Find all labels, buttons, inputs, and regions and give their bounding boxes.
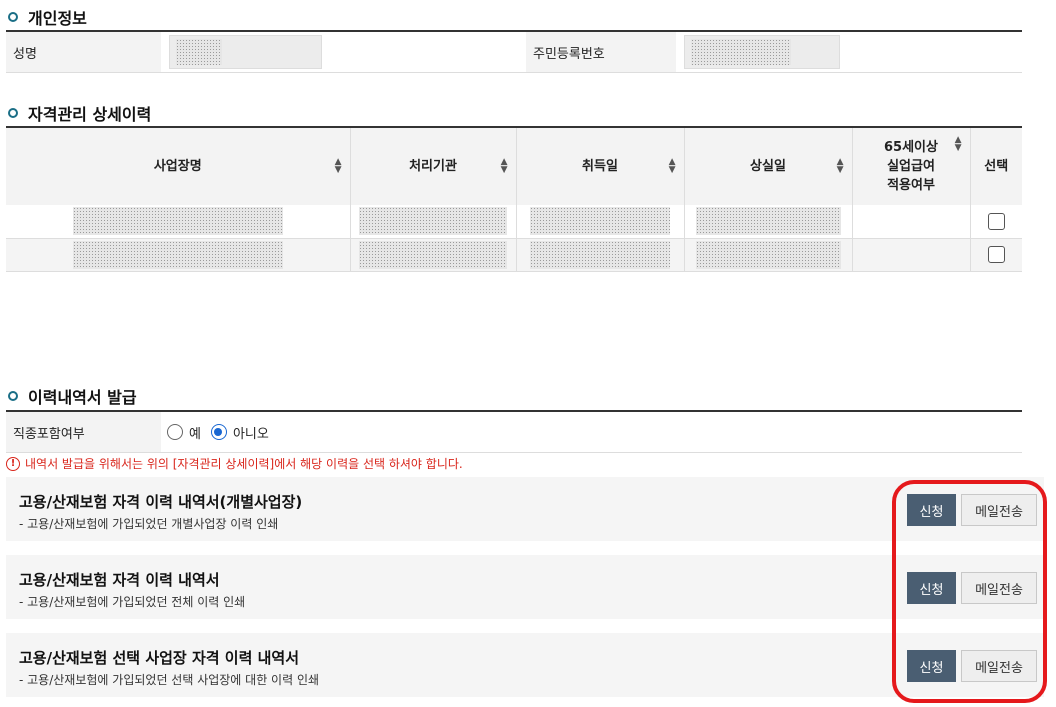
col-over65[interactable]: 65세이상 실업급여 적용여부 ▲ ▼	[852, 126, 971, 205]
masked-cell	[530, 240, 670, 269]
doc-row-selected: 고용/산재보험 선택 사업장 자격 이력 내역서 - 고용/산재보험에 가입되었…	[6, 633, 1044, 697]
col-agency[interactable]: 처리기관 ▲ ▼	[350, 126, 517, 205]
doc-row-all: 고용/산재보험 자격 이력 내역서 - 고용/산재보험에 가입되었던 전체 이력…	[6, 555, 1044, 619]
radio-yes-label[interactable]: 예	[189, 423, 201, 442]
row-select-checkbox[interactable]	[987, 246, 1005, 263]
radio-no[interactable]	[210, 424, 227, 440]
apply-button[interactable]: 신청	[907, 572, 956, 604]
radio-yes[interactable]	[167, 424, 183, 440]
rrn-value	[676, 32, 1022, 72]
masked-name	[176, 39, 222, 65]
exclamation-circle-icon: !	[6, 456, 20, 471]
masked-rrn	[691, 39, 791, 65]
job-include-options: 예 아니오	[161, 412, 269, 452]
col-lost-date[interactable]: 상실일 ▲ ▼	[684, 126, 853, 205]
selection-notice: ! 내역서 발급을 위해서는 위의 [자격관리 상세이력]에서 해당 이력을 선…	[6, 455, 463, 472]
col-workplace[interactable]: 사업장명 ▲ ▼	[6, 126, 351, 205]
masked-cell	[72, 240, 283, 269]
name-value	[161, 32, 526, 72]
masked-cell	[695, 207, 841, 236]
apply-button[interactable]: 신청	[907, 650, 956, 682]
masked-cell	[359, 240, 507, 269]
personal-info-heading: 개인정보	[8, 5, 87, 29]
col-acquired-date[interactable]: 취득일 ▲ ▼	[516, 126, 685, 205]
radio-no-label[interactable]: 아니오	[233, 423, 269, 442]
name-field	[169, 35, 322, 69]
history-heading: 자격관리 상세이력	[8, 101, 151, 125]
row-select-checkbox[interactable]	[987, 212, 1005, 230]
doc-title: 고용/산재보험 자격 이력 내역서(개별사업장)	[19, 493, 303, 511]
doc-desc: - 고용/산재보험에 가입되었던 전체 이력 인쇄	[19, 595, 246, 609]
rrn-label: 주민등록번호	[526, 32, 676, 72]
doc-title: 고용/산재보험 선택 사업장 자격 이력 내역서	[19, 649, 299, 667]
email-send-button[interactable]: 메일전송	[961, 494, 1037, 526]
email-send-button[interactable]: 메일전송	[961, 650, 1037, 682]
doc-title: 고용/산재보험 자격 이력 내역서	[19, 571, 220, 589]
sort-icon[interactable]: ▲ ▼	[335, 158, 342, 175]
job-include-label: 직종포함여부	[6, 412, 161, 452]
doc-desc: - 고용/산재보험에 가입되었던 선택 사업장에 대한 이력 인쇄	[19, 673, 320, 687]
masked-cell	[530, 207, 670, 236]
sort-icon[interactable]: ▲ ▼	[837, 158, 844, 175]
circle-bullet-icon	[8, 12, 18, 22]
table-row	[6, 238, 1022, 272]
masked-cell	[359, 207, 507, 236]
issuance-heading: 이력내역서 발급	[8, 384, 137, 408]
sort-icon[interactable]: ▲ ▼	[501, 158, 508, 175]
job-include-row: 직종포함여부 예 아니오	[6, 410, 1022, 453]
personal-info-table: 성명 주민등록번호	[6, 30, 1022, 73]
history-title: 자격관리 상세이력	[28, 105, 152, 124]
circle-bullet-icon	[8, 391, 18, 401]
circle-bullet-icon	[8, 108, 18, 118]
history-table: 사업장명 ▲ ▼ 처리기관 ▲ ▼ 취득일 ▲ ▼ 상실일 ▲ ▼ 65세이상 실업급여 적용여…	[6, 126, 1022, 272]
rrn-field	[684, 35, 840, 69]
sort-icon[interactable]: ▲ ▼	[955, 136, 962, 153]
issuance-title: 이력내역서 발급	[28, 388, 137, 407]
email-send-button[interactable]: 메일전송	[961, 572, 1037, 604]
col-select: 선택	[970, 126, 1022, 205]
name-label: 성명	[6, 32, 161, 72]
notice-text: 내역서 발급을 위해서는 위의 [자격관리 상세이력]에서 해당 이력을 선택 …	[25, 457, 463, 471]
doc-row-individual: 고용/산재보험 자격 이력 내역서(개별사업장) - 고용/산재보험에 가입되었…	[6, 477, 1044, 541]
doc-desc: - 고용/산재보험에 가입되었던 개별사업장 이력 인쇄	[19, 517, 279, 531]
sort-icon[interactable]: ▲ ▼	[669, 158, 676, 175]
history-header-row: 사업장명 ▲ ▼ 처리기관 ▲ ▼ 취득일 ▲ ▼ 상실일 ▲ ▼ 65세이상 실업급여 적용여…	[6, 126, 1022, 205]
masked-cell	[695, 240, 841, 269]
personal-info-title: 개인정보	[28, 9, 87, 28]
table-row	[6, 205, 1022, 239]
masked-cell	[72, 207, 283, 236]
apply-button[interactable]: 신청	[907, 494, 956, 526]
